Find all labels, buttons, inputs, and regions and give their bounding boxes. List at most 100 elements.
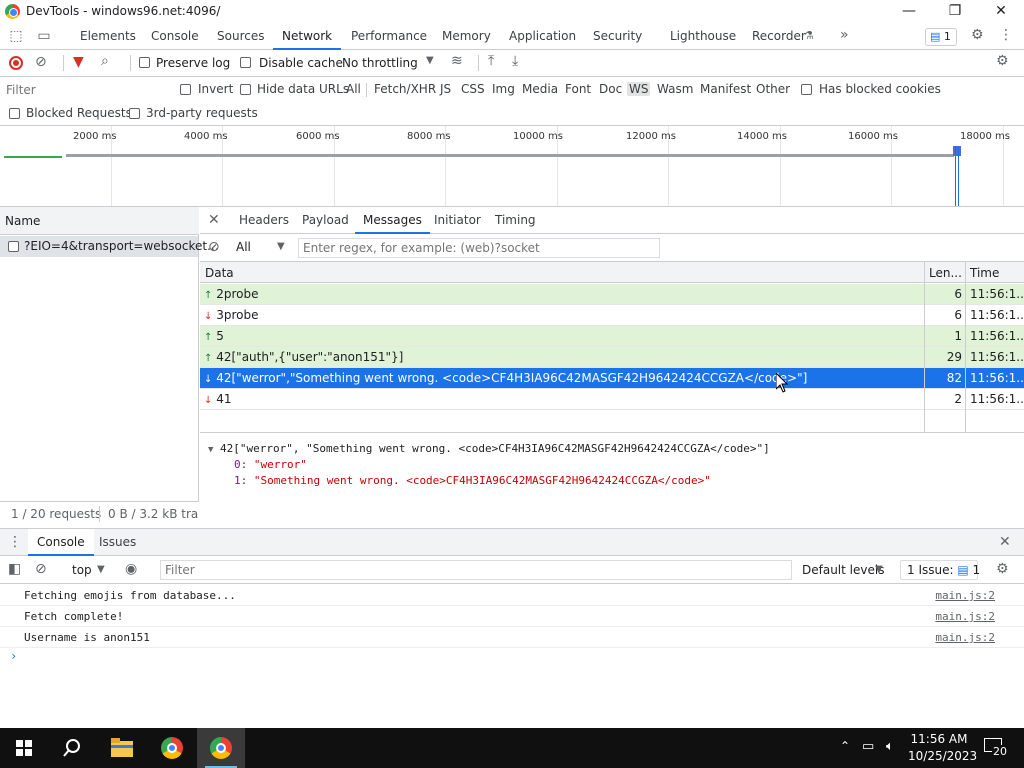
- name-column-header[interactable]: Name: [5, 214, 40, 228]
- request-row[interactable]: ?EIO=4&transport=websocket...: [0, 236, 219, 257]
- tab-elements[interactable]: Elements: [80, 24, 136, 50]
- has-blocked-cookies-checkbox[interactable]: [801, 84, 812, 95]
- throttling-select[interactable]: No throttling: [342, 56, 418, 70]
- file-explorer-icon[interactable]: [111, 738, 133, 758]
- dropdown-caret-icon[interactable]: ▼: [875, 564, 883, 575]
- filter-type-media[interactable]: Media: [522, 82, 558, 96]
- close-details-icon[interactable]: ✕: [208, 212, 220, 228]
- filter-type-wasm[interactable]: Wasm: [657, 82, 693, 96]
- tab-recorder[interactable]: Recorder: [752, 24, 806, 50]
- device-toolbar-icon[interactable]: ▭: [36, 28, 52, 44]
- tray-chevron-icon[interactable]: ⌃: [840, 739, 850, 753]
- sidebar-toggle-icon[interactable]: ◧: [8, 561, 21, 577]
- clear-messages-icon[interactable]: ⊘: [208, 239, 220, 255]
- tab-security[interactable]: Security: [593, 24, 642, 50]
- log-levels-select[interactable]: Default levels: [802, 563, 884, 577]
- clear-console-icon[interactable]: ⊘: [35, 561, 47, 577]
- filter-type-ws[interactable]: WS: [627, 82, 651, 96]
- search-icon[interactable]: ⌕: [101, 53, 109, 69]
- expand-triangle-icon[interactable]: ▼: [208, 445, 213, 455]
- message-row[interactable]: ↓ 3probe 6 11:56:1...: [200, 305, 1024, 326]
- tab-timing[interactable]: Timing: [495, 207, 536, 234]
- filter-input[interactable]: [6, 80, 171, 100]
- filter-type-doc[interactable]: Doc: [599, 82, 622, 96]
- clock-time[interactable]: 11:56 AM: [908, 732, 970, 746]
- more-options-icon[interactable]: ⋮: [999, 27, 1013, 43]
- disable-cache-checkbox[interactable]: [240, 57, 251, 68]
- console-issues-button[interactable]: 1 Issue: ▤ 1: [900, 560, 980, 580]
- chrome-taskbar-icon[interactable]: [161, 737, 183, 759]
- preserve-log-checkbox[interactable]: [139, 57, 150, 68]
- message-detail-summary[interactable]: ▼ 42["werror", "Something went wrong. <c…: [208, 442, 770, 455]
- invert-checkbox[interactable]: [180, 84, 191, 95]
- search-icon[interactable]: [62, 738, 82, 758]
- network-conditions-icon[interactable]: ≋: [451, 53, 463, 69]
- clear-icon[interactable]: ⊘: [35, 54, 47, 70]
- import-har-icon[interactable]: ⤒: [488, 53, 494, 69]
- message-type-select[interactable]: All: [236, 240, 251, 254]
- more-tabs-icon[interactable]: »: [840, 27, 849, 43]
- tab-memory[interactable]: Memory: [442, 24, 491, 50]
- length-column-header[interactable]: Len...: [929, 266, 962, 280]
- filter-type-img[interactable]: Img: [492, 82, 515, 96]
- filter-type-js[interactable]: JS: [440, 82, 451, 96]
- tab-messages[interactable]: Messages: [355, 207, 430, 234]
- time-column-header[interactable]: Time: [970, 266, 999, 280]
- hide-data-urls-checkbox[interactable]: [240, 84, 251, 95]
- tab-application[interactable]: Application: [509, 24, 576, 50]
- inspect-element-icon[interactable]: ⬚: [8, 28, 24, 44]
- filter-type-fetch-xhr[interactable]: Fetch/XHR: [374, 82, 436, 96]
- message-row[interactable]: ↓ 42["werror","Something went wrong. <co…: [200, 368, 1024, 389]
- close-drawer-icon[interactable]: ✕: [999, 534, 1011, 550]
- filter-funnel-icon[interactable]: ▼: [73, 54, 84, 70]
- message-regex-filter-input[interactable]: [298, 238, 660, 258]
- clock-date[interactable]: 10/25/2023: [908, 749, 977, 763]
- filter-type-css[interactable]: CSS: [461, 82, 485, 96]
- console-source-link[interactable]: main.js:2: [935, 610, 995, 623]
- settings-gear-icon[interactable]: ⚙: [971, 27, 984, 43]
- blocked-requests-checkbox[interactable]: [9, 108, 20, 119]
- data-column-header[interactable]: Data: [205, 266, 234, 280]
- drawer-menu-icon[interactable]: ⋮: [8, 534, 22, 550]
- live-expression-eye-icon[interactable]: ◉: [125, 561, 137, 577]
- restore-button[interactable]: ❐: [932, 0, 978, 24]
- message-row[interactable]: ↑ 5 1 11:56:1...: [200, 326, 1024, 347]
- tab-performance[interactable]: Performance: [351, 24, 427, 50]
- export-har-icon[interactable]: ⤓: [512, 53, 518, 69]
- message-row[interactable]: ↑ 2probe 6 11:56:1...: [200, 284, 1024, 305]
- network-tray-icon[interactable]: ▭: [862, 739, 874, 754]
- tab-console[interactable]: Console: [151, 24, 199, 50]
- tab-network[interactable]: Network: [273, 24, 342, 50]
- tab-initiator[interactable]: Initiator: [434, 207, 481, 234]
- console-source-link[interactable]: main.js:2: [935, 631, 995, 644]
- console-prompt[interactable]: ›: [10, 649, 17, 663]
- tab-sources[interactable]: Sources: [217, 24, 264, 50]
- close-window-button[interactable]: ✕: [978, 0, 1024, 24]
- network-overview-timeline[interactable]: 2000 ms 4000 ms 6000 ms 8000 ms 10000 ms…: [0, 126, 1024, 207]
- network-settings-gear-icon[interactable]: ⚙: [996, 53, 1009, 69]
- issues-badge[interactable]: ▤ 1: [925, 28, 957, 46]
- dropdown-caret-icon[interactable]: ▼: [277, 241, 285, 252]
- third-party-checkbox[interactable]: [129, 108, 140, 119]
- minimize-button[interactable]: —: [886, 0, 932, 24]
- dropdown-caret-icon[interactable]: ▼: [97, 564, 105, 575]
- console-settings-gear-icon[interactable]: ⚙: [996, 561, 1009, 577]
- tab-payload[interactable]: Payload: [302, 207, 349, 234]
- filter-type-manifest[interactable]: Manifest: [700, 82, 751, 96]
- dropdown-caret-icon[interactable]: ▼: [426, 55, 434, 66]
- filter-type-font[interactable]: Font: [565, 82, 591, 96]
- filter-type-all[interactable]: All: [346, 82, 361, 96]
- tab-lighthouse[interactable]: Lighthouse: [670, 24, 736, 50]
- record-stop-button[interactable]: [9, 56, 23, 70]
- volume-muted-icon[interactable]: 🔈︎: [886, 739, 894, 754]
- drawer-tab-issues[interactable]: Issues: [99, 529, 136, 556]
- message-row[interactable]: ↑ 42["auth",{"user":"anon151"}] 29 11:56:1…: [200, 347, 1024, 368]
- context-select[interactable]: top: [72, 563, 92, 577]
- tab-headers[interactable]: Headers: [239, 207, 289, 234]
- message-row[interactable]: ↓ 41 2 11:56:1...: [200, 389, 1024, 410]
- chrome-devtools-taskbar-button[interactable]: [197, 728, 245, 768]
- console-filter-input[interactable]: [160, 560, 792, 580]
- drawer-tab-console[interactable]: Console: [28, 529, 94, 556]
- windows-start-icon[interactable]: [16, 740, 32, 756]
- filter-type-other[interactable]: Other: [756, 82, 790, 96]
